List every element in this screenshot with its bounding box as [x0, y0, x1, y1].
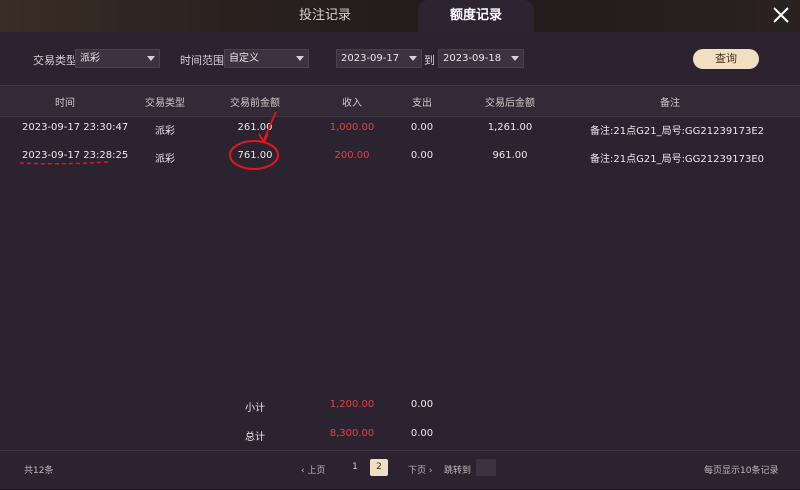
total-income: 8,300.00: [329, 428, 375, 439]
tab-quota-record[interactable]: 额度记录: [418, 0, 534, 32]
query-button[interactable]: 查询: [693, 49, 759, 69]
row-note: 备注:21点G21_局号:GG21239173E2: [590, 126, 765, 137]
time-range-value: 自定义: [229, 53, 259, 64]
header-before: 交易前金额: [230, 98, 280, 109]
row-type: 派彩: [155, 154, 175, 165]
total-label: 总计: [245, 432, 265, 443]
date-to-select[interactable]: 2023-09-18: [438, 49, 524, 68]
row-expense: 0.00: [410, 150, 434, 161]
type-select[interactable]: 派彩: [75, 49, 160, 68]
pagination-bar: [0, 450, 800, 490]
per-page-text: 每页显示10条记录: [704, 466, 779, 476]
date-from-select[interactable]: 2023-09-17: [336, 49, 422, 68]
row-income: 200.00: [334, 150, 370, 161]
header-type: 交易类型: [145, 98, 185, 109]
header-income: 收入: [342, 98, 362, 109]
type-select-value: 派彩: [80, 53, 100, 64]
row-before: 261.00: [237, 122, 273, 133]
row-type: 派彩: [155, 126, 175, 137]
row-after: 961.00: [492, 150, 528, 161]
chevron-down-icon: [147, 56, 155, 61]
close-icon[interactable]: [772, 6, 790, 24]
date-to-value: 2023-09-18: [443, 53, 502, 64]
header-note: 备注: [660, 98, 680, 109]
top-bar: 投注记录 额度记录: [0, 0, 800, 32]
page-1-button[interactable]: 1: [346, 459, 364, 476]
total-expense: 0.00: [410, 428, 434, 439]
jump-page-input[interactable]: [476, 459, 496, 476]
row-income: 1,000.00: [329, 122, 375, 133]
header-after: 交易后金额: [485, 98, 535, 109]
header-time: 时间: [55, 98, 75, 109]
row-time: 2023-09-17 23:28:25: [22, 150, 129, 161]
prev-page-button[interactable]: ‹ 上页: [301, 463, 325, 476]
chevron-down-icon: [511, 56, 519, 61]
row-note: 备注:21点G21_局号:GG21239173E0: [590, 154, 765, 165]
prev-page-label: 上页: [307, 466, 326, 476]
chevron-down-icon: [409, 56, 417, 61]
row-expense: 0.00: [410, 122, 434, 133]
subtotal-income: 1,200.00: [329, 399, 375, 410]
page-2-button[interactable]: 2: [370, 459, 388, 476]
next-page-label: 下页: [408, 466, 427, 476]
to-label: 到: [424, 54, 435, 67]
row-time: 2023-09-17 23:30:47: [22, 122, 129, 133]
tab-bet-record[interactable]: 投注记录: [230, 0, 420, 32]
type-filter-label: 交易类型: [33, 54, 77, 67]
jump-label: 跳转到: [444, 466, 472, 476]
row-before: 761.00: [237, 150, 273, 161]
next-page-button[interactable]: 下页 ›: [408, 463, 432, 476]
header-expense: 支出: [412, 98, 432, 109]
row-after: 1,261.00: [487, 122, 533, 133]
subtotal-label: 小计: [245, 403, 265, 414]
time-range-select[interactable]: 自定义: [224, 49, 309, 68]
date-from-value: 2023-09-17: [341, 53, 400, 64]
chevron-down-icon: [296, 56, 304, 61]
subtotal-expense: 0.00: [410, 399, 434, 410]
record-count: 共12条: [24, 466, 54, 476]
time-filter-label: 时间范围: [180, 54, 224, 67]
